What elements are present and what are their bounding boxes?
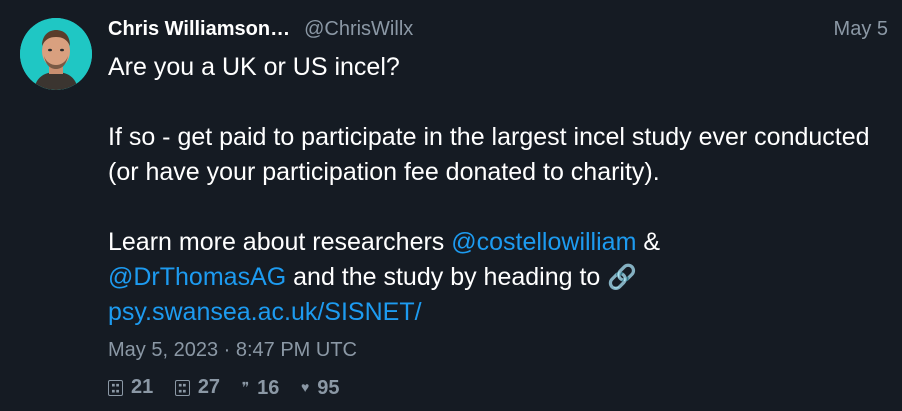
user-handle[interactable]: @ChrisWillx — [304, 17, 413, 41]
replies-count: 21 — [131, 376, 154, 398]
study-link[interactable]: psy.swansea.ac.uk/SISNET/ — [108, 298, 422, 326]
avatar[interactable] — [20, 18, 92, 90]
tweet-paragraph-2: If so - get paid to participate in the l… — [108, 123, 870, 186]
replies-stat[interactable]: ▪▪ ▪▪ 21 — [108, 375, 153, 399]
ampersand-text: & — [636, 228, 661, 256]
display-name[interactable]: Chris Williamson — [108, 17, 270, 41]
mention-drthomasag[interactable]: @DrThomasAG — [108, 263, 286, 291]
paragraph-3-intro: Learn more about researchers — [108, 228, 452, 256]
tweet-timestamp[interactable]: May 5, 2023 · 8:47 PM UTC — [108, 338, 357, 362]
likes-count: 95 — [317, 377, 340, 399]
reply-icon: ▪▪ ▪▪ — [108, 380, 123, 396]
link-icon: 🔗 — [607, 264, 638, 291]
tweet-header: Chris Williamson… @ChrisWillx May 5 — [108, 17, 888, 41]
retweets-stat[interactable]: ▪▪ ▪▪ 27 — [174, 375, 221, 399]
paragraph-3-middle: and the study by heading to — [286, 263, 608, 291]
quote-icon: ❞ — [241, 379, 250, 395]
mention-costellowilliam[interactable]: @costellowilliam — [451, 228, 636, 256]
tweet-paragraph-3: Learn more about researchers @costellowi… — [108, 225, 878, 330]
tweet-line-1: Are you a UK or US incel? — [108, 53, 400, 81]
quotes-stat[interactable]: ❞ 16 — [242, 375, 280, 400]
display-name-ellipsis: … — [270, 18, 291, 40]
heart-icon: ♥ — [300, 379, 310, 395]
avatar-portrait-icon — [20, 18, 92, 90]
tweet-date[interactable]: May 5 — [834, 17, 888, 41]
retweet-icon: ▪▪ ▪▪ — [174, 380, 190, 396]
retweets-count: 27 — [197, 376, 221, 398]
quotes-count: 16 — [257, 377, 280, 399]
tweet-stats: ▪▪ ▪▪ 21 ▪▪ ▪▪ 27 ❞ 16 ♥ 95 — [108, 375, 356, 400]
likes-stat[interactable]: ♥ 95 — [301, 375, 340, 400]
tweet-body: Are you a UK or US incel? If so - get pa… — [108, 50, 878, 330]
tweet-card: Chris Williamson… @ChrisWillx May 5 Are y… — [0, 0, 902, 411]
